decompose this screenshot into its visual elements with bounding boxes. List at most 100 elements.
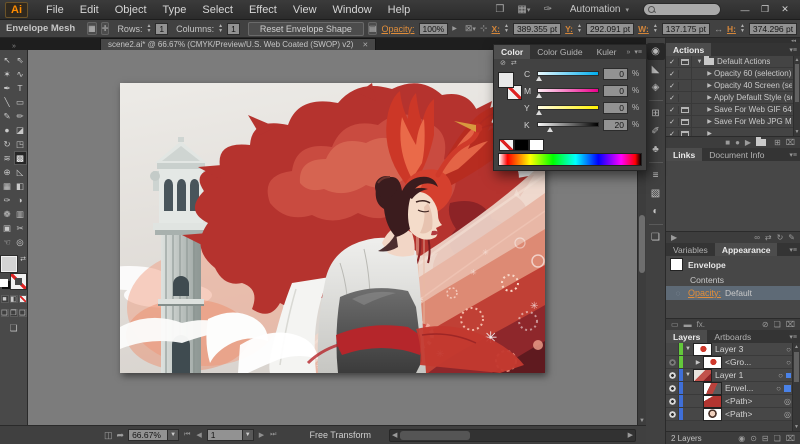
close-button[interactable]: ✕: [775, 2, 795, 18]
w-field[interactable]: 137.175 pt: [662, 23, 710, 35]
black-value-field[interactable]: 20: [603, 119, 628, 131]
w-label[interactable]: W:: [638, 24, 649, 34]
tool-shape-builder[interactable]: ⊕: [1, 165, 14, 179]
magenta-slider[interactable]: [537, 88, 599, 93]
tool-perspective-grid[interactable]: ◺: [14, 165, 27, 179]
scroll-down-icon[interactable]: ▼: [794, 129, 800, 135]
y-stepper[interactable]: ▲▼: [577, 24, 582, 34]
gradient-panel-icon[interactable]: ▧: [647, 185, 665, 202]
scroll-right-icon[interactable]: ▶: [628, 431, 633, 439]
fill-swatch[interactable]: [1, 256, 17, 272]
w-stepper[interactable]: ▲▼: [653, 24, 658, 34]
tool-blend[interactable]: ◑: [14, 193, 27, 207]
tab-document-info[interactable]: Document Info: [702, 148, 771, 161]
menu-file[interactable]: File: [38, 0, 72, 20]
kuler-panel-icon[interactable]: ◈: [647, 79, 665, 96]
slider-handle[interactable]: [547, 127, 553, 132]
toolbar-collapse-icon[interactable]: »: [0, 43, 28, 50]
action-dialog-toggle[interactable]: [679, 80, 692, 91]
menu-object[interactable]: Object: [107, 0, 155, 20]
action-row[interactable]: ✓ ▶ Opacity 40 Screen (selection): [666, 80, 800, 92]
play-action-icon[interactable]: ▶: [745, 138, 751, 147]
action-row[interactable]: ✓ ▼ Default Actions: [666, 56, 800, 68]
tool-eraser[interactable]: ◪: [14, 123, 27, 137]
delete-icon[interactable]: ⌧: [786, 138, 795, 147]
tool-selection[interactable]: ↖: [1, 53, 14, 67]
tool-width[interactable]: ≋: [1, 151, 14, 165]
visibility-icon[interactable]: ◌: [672, 289, 684, 298]
panel-menu-icon[interactable]: ▾≡: [789, 330, 800, 343]
y-field[interactable]: 292.091 pt: [586, 23, 634, 35]
transparency-panel-icon[interactable]: ◐: [647, 203, 665, 220]
tool-symbol-sprayer[interactable]: ❁: [1, 207, 14, 221]
add-new-stroke-icon[interactable]: ▭: [671, 320, 679, 329]
action-row[interactable]: ✓ ▶: [666, 128, 800, 136]
scroll-thumb[interactable]: [794, 352, 799, 382]
tab-color[interactable]: Color: [494, 45, 530, 59]
expander-icon[interactable]: ▶: [705, 82, 714, 89]
swatches-panel-icon[interactable]: ⊞: [647, 105, 665, 122]
cyan-slider[interactable]: [537, 71, 599, 76]
tool-rotate[interactable]: ↻: [1, 137, 14, 151]
tab-color-guide[interactable]: Color Guide: [530, 45, 589, 59]
expander-icon[interactable]: ▼: [683, 346, 693, 352]
edit-contents-button[interactable]: ✛: [101, 22, 110, 35]
layer-row[interactable]: <Path> ◎: [666, 395, 800, 408]
locate-object-icon[interactable]: ⊙: [750, 434, 757, 443]
tool-lasso[interactable]: ∿: [14, 67, 27, 81]
collapse-panel-icon[interactable]: »: [626, 49, 630, 56]
tool-pen[interactable]: ✒: [1, 81, 14, 95]
show-link-info-icon[interactable]: ▶: [671, 233, 677, 242]
fill-swatch[interactable]: [499, 73, 513, 87]
action-dialog-toggle[interactable]: [679, 92, 692, 103]
action-dialog-toggle[interactable]: [679, 116, 692, 127]
minimize-button[interactable]: —: [735, 2, 755, 18]
tab-appearance[interactable]: Appearance: [715, 243, 778, 256]
panel-menu-icon[interactable]: ▾≡: [789, 43, 800, 56]
yellow-slider[interactable]: [537, 105, 599, 110]
expander-icon[interactable]: ▶: [705, 94, 714, 101]
tool-direct-selection[interactable]: ⇖: [14, 53, 27, 67]
expander-icon[interactable]: ▶: [705, 70, 714, 77]
none-button[interactable]: [19, 295, 27, 303]
menu-type[interactable]: Type: [155, 0, 195, 20]
h-stepper[interactable]: ▲▼: [740, 24, 745, 34]
tool-pencil[interactable]: ✏: [14, 109, 27, 123]
action-check[interactable]: ✓: [666, 94, 679, 102]
action-check[interactable]: ✓: [666, 70, 679, 78]
slider-handle[interactable]: [536, 110, 542, 115]
artboard[interactable]: ✳ ✳ ✳ ✳ ✳ ✳ ✳ ✳ ✳: [120, 83, 545, 373]
action-dialog-toggle[interactable]: [679, 68, 692, 79]
new-set-icon[interactable]: [756, 139, 766, 146]
stroke-swatch[interactable]: [11, 274, 26, 289]
color-spectrum-bar[interactable]: [498, 153, 642, 166]
menu-select[interactable]: Select: [194, 0, 241, 20]
layer-row[interactable]: <Path> ◎: [666, 408, 800, 421]
color-guide-panel-icon[interactable]: ◣: [647, 61, 665, 78]
zoom-field[interactable]: 66.67%: [128, 429, 168, 441]
menu-effect[interactable]: Effect: [241, 0, 285, 20]
go-to-link-icon[interactable]: ⇄: [765, 233, 772, 242]
menu-view[interactable]: View: [285, 0, 325, 20]
tool-rectangle[interactable]: ▭: [14, 95, 27, 109]
action-row[interactable]: ✓ ▶ Opacity 60 (selection): [666, 68, 800, 80]
edit-envelope-button[interactable]: ▦: [87, 22, 97, 35]
last-artboard-icon[interactable]: ⏭: [269, 431, 277, 439]
appearance-row-opacity[interactable]: ◌ Opacity: Default: [666, 286, 800, 300]
columns-field[interactable]: 1: [227, 23, 240, 35]
target-icon[interactable]: ◎: [784, 397, 791, 406]
white-swatch[interactable]: [530, 140, 543, 150]
delete-icon[interactable]: ⌧: [786, 434, 795, 443]
magenta-value-field[interactable]: 0: [603, 85, 628, 97]
action-row[interactable]: ✓ ▶ Save For Web JPG Medium: [666, 116, 800, 128]
horizontal-scrollbar[interactable]: ◀ ▶: [389, 429, 636, 442]
tab-variables[interactable]: Variables: [666, 243, 715, 256]
tool-blob-brush[interactable]: ●: [1, 123, 14, 137]
edit-original-icon[interactable]: ✎: [788, 233, 795, 242]
default-fill-stroke-icon[interactable]: [0, 279, 8, 287]
add-new-effect-icon[interactable]: fx.: [697, 320, 705, 329]
select-similar-icon[interactable]: ⊠▾: [465, 23, 476, 34]
screen-mode-button[interactable]: ❏: [9, 323, 17, 334]
clipping-mask-icon[interactable]: ◉: [738, 434, 745, 443]
layer-row[interactable]: ▼ Layer 3 ○: [666, 343, 800, 356]
